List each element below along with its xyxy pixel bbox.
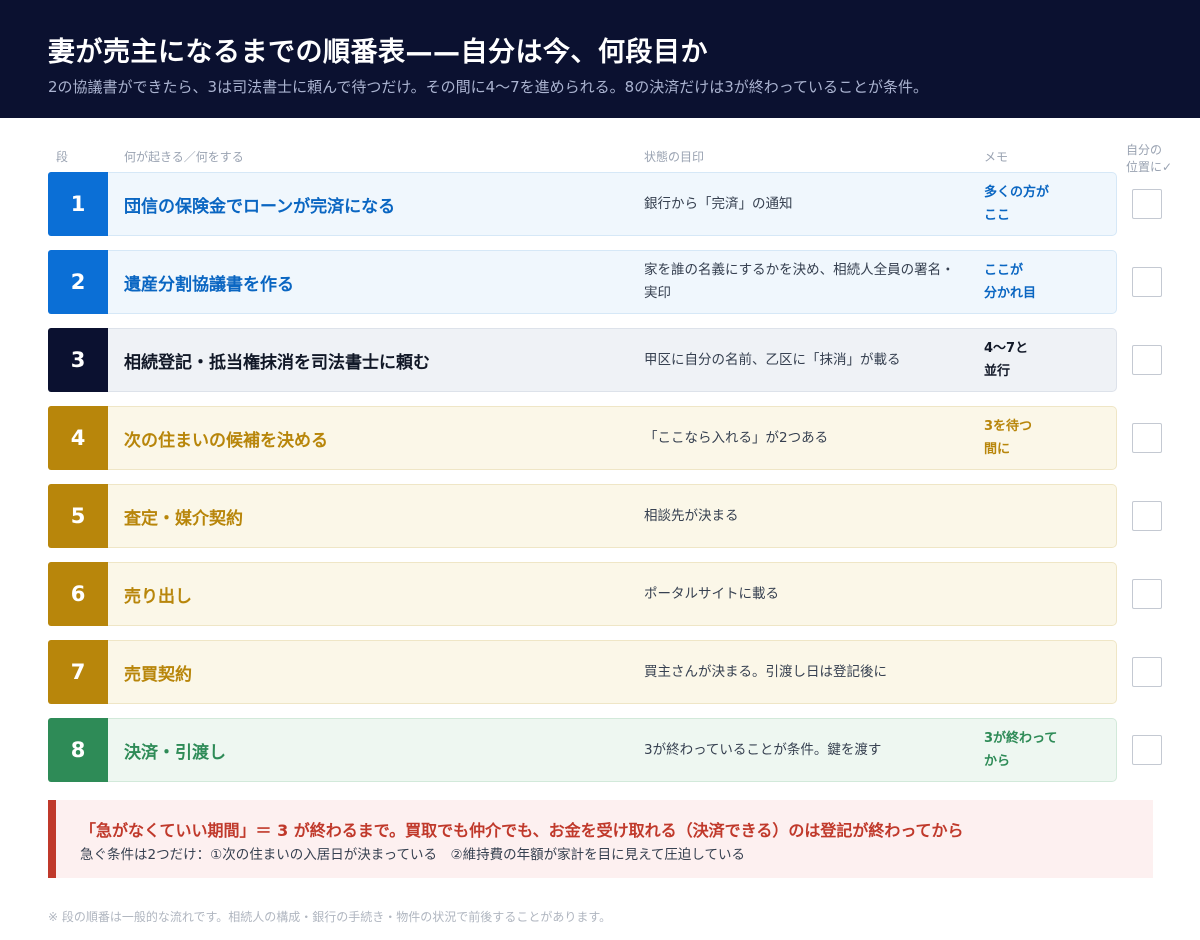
step-memo-line1: 多くの方が — [984, 185, 1050, 200]
step-memo-line1: 3を待つ — [984, 419, 1033, 434]
position-checkbox-1[interactable] — [1132, 189, 1162, 219]
step-memo: ここが 分かれ目 — [984, 250, 1094, 314]
position-checkbox-7[interactable] — [1132, 657, 1162, 687]
step-memo: 多くの方が ここ — [984, 172, 1094, 236]
step-number: 5 — [48, 484, 108, 548]
step-number: 6 — [48, 562, 108, 626]
step-number: 3 — [48, 328, 108, 392]
step-memo-line1: ここが — [984, 263, 1024, 278]
step-title: 売り出し — [124, 586, 192, 607]
step-memo-line2: から — [984, 754, 1011, 769]
step-memo-line2: 並行 — [984, 364, 1011, 379]
column-header-stage: 段 — [56, 150, 69, 164]
step-memo — [984, 640, 1094, 704]
step-memo-line1: 3が終わって — [984, 731, 1058, 746]
step-title: 査定・媒介契約 — [124, 508, 243, 529]
step-row-7: 7 売買契約 買主さんが決まる。引渡し日は登記後に — [48, 640, 1117, 704]
step-number: 1 — [48, 172, 108, 236]
step-status: 銀行から「完済」の通知 — [644, 195, 793, 212]
step-status: 「ここなら入れる」が2つある — [644, 429, 829, 446]
step-title: 次の住まいの候補を決める — [124, 430, 328, 451]
step-memo-line1: 4〜7と — [984, 341, 1029, 356]
footnote: ※ 段の順番は一般的な流れです。相続人の構成・銀行の手続き・物件の状況で前後する… — [48, 910, 612, 924]
step-title: 決済・引渡し — [124, 742, 226, 763]
step-row-body — [108, 484, 1117, 548]
step-row-2: 2 遺産分割協議書を作る 家を誰の名義にするかを決め、相続人全員の署名・実印 こ… — [48, 250, 1117, 314]
step-title: 団信の保険金でローンが完済になる — [124, 196, 396, 217]
step-row-6: 6 売り出し ポータルサイトに載る — [48, 562, 1117, 626]
position-checkbox-3[interactable] — [1132, 345, 1162, 375]
step-memo — [984, 562, 1094, 626]
step-title: 遺産分割協議書を作る — [124, 274, 294, 295]
step-memo — [984, 484, 1094, 548]
step-status: 相談先が決まる — [644, 507, 739, 524]
position-checkbox-8[interactable] — [1132, 735, 1162, 765]
position-checkbox-6[interactable] — [1132, 579, 1162, 609]
column-header-check-line2: 位置に✓ — [1126, 160, 1173, 174]
step-title: 売買契約 — [124, 664, 192, 685]
step-memo: 4〜7と並行 — [984, 328, 1094, 392]
step-memo: 3を待つ間に — [984, 406, 1094, 470]
column-header-check-line1: 自分の — [1126, 143, 1163, 157]
step-number: 4 — [48, 406, 108, 470]
key-point-callout: 「急がなくていい期間」＝ 3 が終わるまで。買取でも仲介でも、お金を受け取れる（… — [48, 800, 1153, 878]
column-header-check: 自分の 位置に✓ — [1126, 142, 1186, 176]
step-memo-line2: 間に — [984, 442, 1011, 457]
step-row-body — [108, 562, 1117, 626]
position-checkbox-4[interactable] — [1132, 423, 1162, 453]
step-row-4: 4 次の住まいの候補を決める 「ここなら入れる」が2つある 3を待つ間に — [48, 406, 1117, 470]
step-status: 家を誰の名義にするかを決め、相続人全員の署名・実印 — [644, 262, 955, 301]
step-number: 2 — [48, 250, 108, 314]
step-row-3: 3 相続登記・抵当権抹消を司法書士に頼む 甲区に自分の名前、乙区に「抹消」が載る… — [48, 328, 1117, 392]
step-row-1: 1 団信の保険金でローンが完済になる 銀行から「完済」の通知 多くの方がここ — [48, 172, 1117, 236]
column-header-event: 何が起きる／何をする — [124, 150, 244, 164]
step-status: ポータルサイトに載る — [644, 585, 779, 602]
step-title: 相続登記・抵当権抹消を司法書士に頼む — [124, 352, 430, 373]
position-checkbox-5[interactable] — [1132, 501, 1162, 531]
step-row-8: 8 決済・引渡し 3が終わっていることが条件。鍵を渡す 3が終わって から — [48, 718, 1117, 782]
page-title: 妻が売主になるまでの順番表——自分は今、何段目か — [48, 37, 708, 68]
step-number: 7 — [48, 640, 108, 704]
step-memo: 3が終わって から — [984, 718, 1094, 782]
column-header-memo: メモ — [984, 150, 1009, 164]
step-row-body — [108, 640, 1117, 704]
page-subtitle: 2の協議書ができたら、3は司法書士に頼んで待つだけ。その間に4〜7を進められる。… — [48, 78, 929, 96]
callout-sub-text: 急ぐ条件は2つだけ：①次の住まいの入居日が決まっている ②維持費の年額が家計を目… — [80, 847, 745, 863]
step-row-5: 5 査定・媒介契約 相談先が決まる — [48, 484, 1117, 548]
callout-main-text: 「急がなくていい期間」＝ 3 が終わるまで。買取でも仲介でも、お金を受け取れる（… — [80, 821, 964, 840]
step-status: 買主さんが決まる。引渡し日は登記後に — [644, 663, 887, 680]
step-memo-line2: ここ — [984, 208, 1011, 223]
position-checkbox-2[interactable] — [1132, 267, 1162, 297]
page-header: 妻が売主になるまでの順番表——自分は今、何段目か 2の協議書ができたら、3は司法… — [0, 0, 1200, 118]
step-number: 8 — [48, 718, 108, 782]
step-status: 甲区に自分の名前、乙区に「抹消」が載る — [644, 351, 901, 368]
step-row-body — [108, 718, 1117, 782]
step-status: 3が終わっていることが条件。鍵を渡す — [644, 741, 882, 758]
step-memo-line2: 分かれ目 — [984, 286, 1037, 301]
column-header-status: 状態の目印 — [644, 150, 705, 164]
